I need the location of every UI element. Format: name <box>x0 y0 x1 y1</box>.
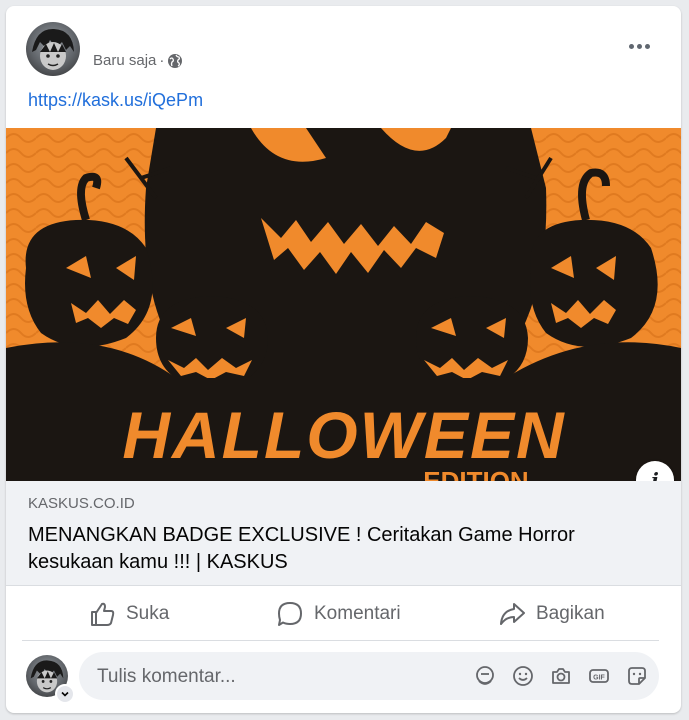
profile-avatar[interactable] <box>26 22 80 76</box>
comment-box[interactable]: GIF <box>79 652 659 702</box>
globe-icon[interactable] <box>167 53 183 69</box>
sticker-icon[interactable] <box>625 664 649 688</box>
post-header: Baru saja · <box>6 6 681 86</box>
more-dot-icon <box>644 43 650 49</box>
post-link[interactable]: https://kask.us/iQePm <box>28 90 203 111</box>
comment-composer: GIF <box>6 648 681 708</box>
comment-input[interactable] <box>95 652 459 702</box>
post-timestamp[interactable]: Baru saja <box>93 52 156 69</box>
more-options-button[interactable] <box>621 36 657 56</box>
preview-domain: KASKUS.CO.ID <box>28 495 135 512</box>
gif-icon[interactable]: GIF <box>587 664 611 688</box>
svg-text:GIF: GIF <box>593 675 605 682</box>
comment-tools: GIF <box>459 664 649 688</box>
share-button[interactable]: Bagikan <box>498 594 605 634</box>
share-label: Bagikan <box>536 603 605 624</box>
post-card: Baru saja · https://kask.us/iQePm HALLOW… <box>6 6 681 713</box>
link-preview-details[interactable]: KASKUS.CO.ID MENANGKAN BADGE EXCLUSIVE !… <box>6 481 681 586</box>
post-meta: Baru saja · <box>93 52 183 69</box>
comment-label: Komentari <box>314 603 401 624</box>
thumbs-up-icon <box>91 602 115 626</box>
link-preview-image[interactable]: HALLOWEEN EDITION i <box>6 128 681 481</box>
avatar-sticker-icon[interactable] <box>473 664 497 688</box>
post-actions: Suka Komentari Bagikan <box>6 588 681 640</box>
share-arrow-icon <box>500 603 525 625</box>
account-switch-chevron-icon[interactable] <box>55 684 75 704</box>
like-button[interactable]: Suka <box>88 594 169 634</box>
halloween-text: HALLOWEEN <box>122 398 565 472</box>
edition-text: EDITION <box>423 466 528 481</box>
like-label: Suka <box>126 603 170 624</box>
info-icon: i <box>651 468 659 481</box>
comment-icon <box>278 602 302 626</box>
more-dot-icon <box>628 43 634 49</box>
meta-separator: · <box>159 52 165 69</box>
preview-title: MENANGKAN BADGE EXCLUSIVE ! Ceritakan Ga… <box>28 524 575 573</box>
camera-icon[interactable] <box>549 664 573 688</box>
more-dot-icon <box>636 43 642 49</box>
actions-divider <box>22 640 659 641</box>
emoji-icon[interactable] <box>511 664 535 688</box>
comment-button[interactable]: Komentari <box>276 594 401 634</box>
